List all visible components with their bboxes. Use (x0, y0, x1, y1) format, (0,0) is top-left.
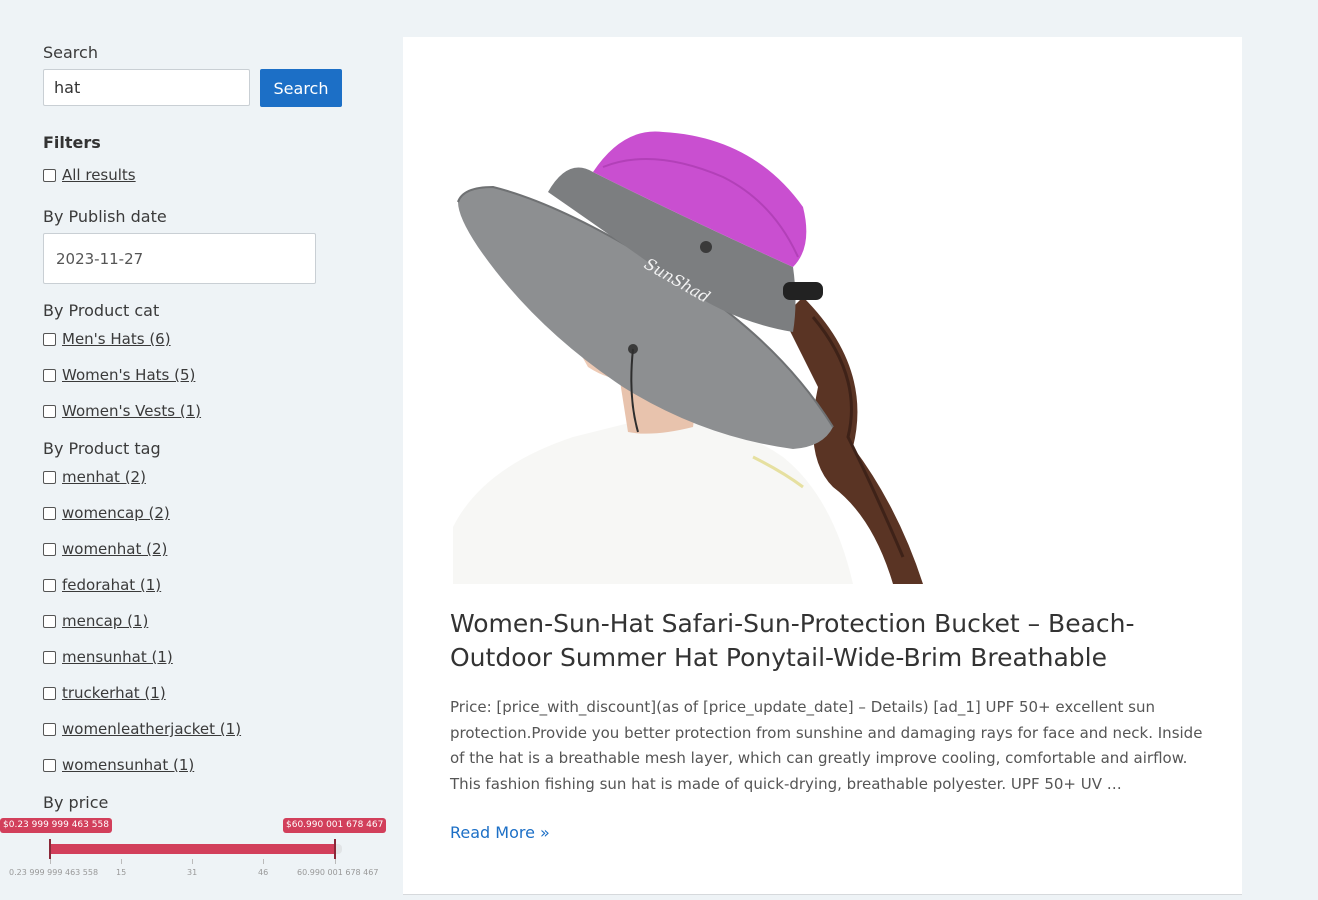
checkbox[interactable] (43, 686, 56, 700)
filter-tag-link[interactable]: womencap (2) (62, 504, 170, 522)
product-tag-label: By Product tag (43, 439, 161, 458)
filter-tag-link[interactable]: mencap (1) (62, 612, 148, 630)
filter-tag-womenhat[interactable]: womenhat (2) (43, 539, 167, 559)
price-slider-max-handle[interactable] (334, 839, 336, 859)
filter-cat-link[interactable]: Women's Vests (1) (62, 402, 201, 420)
price-tick (121, 859, 122, 864)
filters-sidebar: Search Search Filters All results By Pub… (0, 0, 400, 900)
filter-tag-truckerhat[interactable]: truckerhat (1) (43, 683, 166, 703)
filter-cat-womens-hats[interactable]: Women's Hats (5) (43, 365, 195, 385)
checkbox[interactable] (43, 368, 56, 382)
filter-cat-mens-hats[interactable]: Men's Hats (6) (43, 329, 171, 349)
post-featured-image[interactable]: SunShad (453, 87, 924, 584)
checkbox[interactable] (43, 168, 56, 182)
checkbox[interactable] (43, 650, 56, 664)
filter-all-results[interactable]: All results (43, 165, 136, 185)
filter-tag-mencap[interactable]: mencap (1) (43, 611, 148, 631)
checkbox[interactable] (43, 758, 56, 772)
price-tick (263, 859, 264, 864)
filter-tag-womencap[interactable]: womencap (2) (43, 503, 170, 523)
filter-cat-link[interactable]: Women's Hats (5) (62, 366, 195, 384)
sun-hat-product-photo: SunShad (453, 131, 923, 584)
price-slider-min-handle[interactable] (49, 839, 51, 859)
checkbox[interactable] (43, 404, 56, 418)
price-tick-label: 31 (187, 868, 198, 877)
filter-tag-link[interactable]: womensunhat (1) (62, 756, 194, 774)
filter-cat-womens-vests[interactable]: Women's Vests (1) (43, 401, 201, 421)
search-button[interactable]: Search (260, 69, 342, 107)
price-tick-label: 60.990 001 678 467 (297, 868, 379, 877)
search-label: Search (43, 43, 98, 62)
filter-tag-womenleatherjacket[interactable]: womenleatherjacket (1) (43, 719, 241, 739)
checkbox[interactable] (43, 722, 56, 736)
price-tick-label: 0.23 999 999 463 558 (9, 868, 99, 877)
filter-tag-link[interactable]: mensunhat (1) (62, 648, 173, 666)
price-tick (192, 859, 193, 864)
price-min-tag: $0.23 999 999 463 558 (0, 818, 112, 833)
price-label: By price (43, 793, 109, 812)
price-tick (50, 859, 51, 864)
price-tick (335, 859, 336, 864)
publish-date-label: By Publish date (43, 207, 167, 226)
filter-tag-link[interactable]: womenleatherjacket (1) (62, 720, 241, 738)
filter-tag-link[interactable]: fedorahat (1) (62, 576, 161, 594)
filter-tag-womensunhat[interactable]: womensunhat (1) (43, 755, 194, 775)
filter-tag-link[interactable]: womenhat (2) (62, 540, 167, 558)
price-max-tag: $60.990 001 678 467 (283, 818, 387, 833)
search-input[interactable] (43, 69, 250, 106)
checkbox[interactable] (43, 614, 56, 628)
price-tick-label: 46 (258, 868, 269, 877)
filter-tag-fedorahat[interactable]: fedorahat (1) (43, 575, 161, 595)
filters-heading: Filters (43, 133, 101, 152)
filter-tag-link[interactable]: truckerhat (1) (62, 684, 166, 702)
checkbox[interactable] (43, 332, 56, 346)
post-title-link[interactable]: Women-Sun-Hat Safari-Sun-Protection Buck… (450, 607, 1210, 675)
filter-tag-mensunhat[interactable]: mensunhat (1) (43, 647, 173, 667)
price-tick-label: 15 (116, 868, 127, 877)
checkbox[interactable] (43, 470, 56, 484)
checkbox[interactable] (43, 506, 56, 520)
filter-tag-menhat[interactable]: menhat (2) (43, 467, 146, 487)
product-cat-label: By Product cat (43, 301, 160, 320)
filter-all-results-link[interactable]: All results (62, 166, 136, 184)
checkbox[interactable] (43, 542, 56, 556)
checkbox[interactable] (43, 578, 56, 592)
post-card: SunShad Women-Sun-Hat Safari-Sun-Protect… (403, 37, 1242, 895)
read-more-link[interactable]: Read More » (450, 823, 550, 842)
filter-cat-link[interactable]: Men's Hats (6) (62, 330, 171, 348)
publish-date-field[interactable]: 2023-11-27 (43, 233, 316, 284)
filter-tag-link[interactable]: menhat (2) (62, 468, 146, 486)
post-excerpt: Price: [price_with_discount](as of [pric… (450, 698, 1203, 793)
price-slider-range (49, 844, 336, 854)
